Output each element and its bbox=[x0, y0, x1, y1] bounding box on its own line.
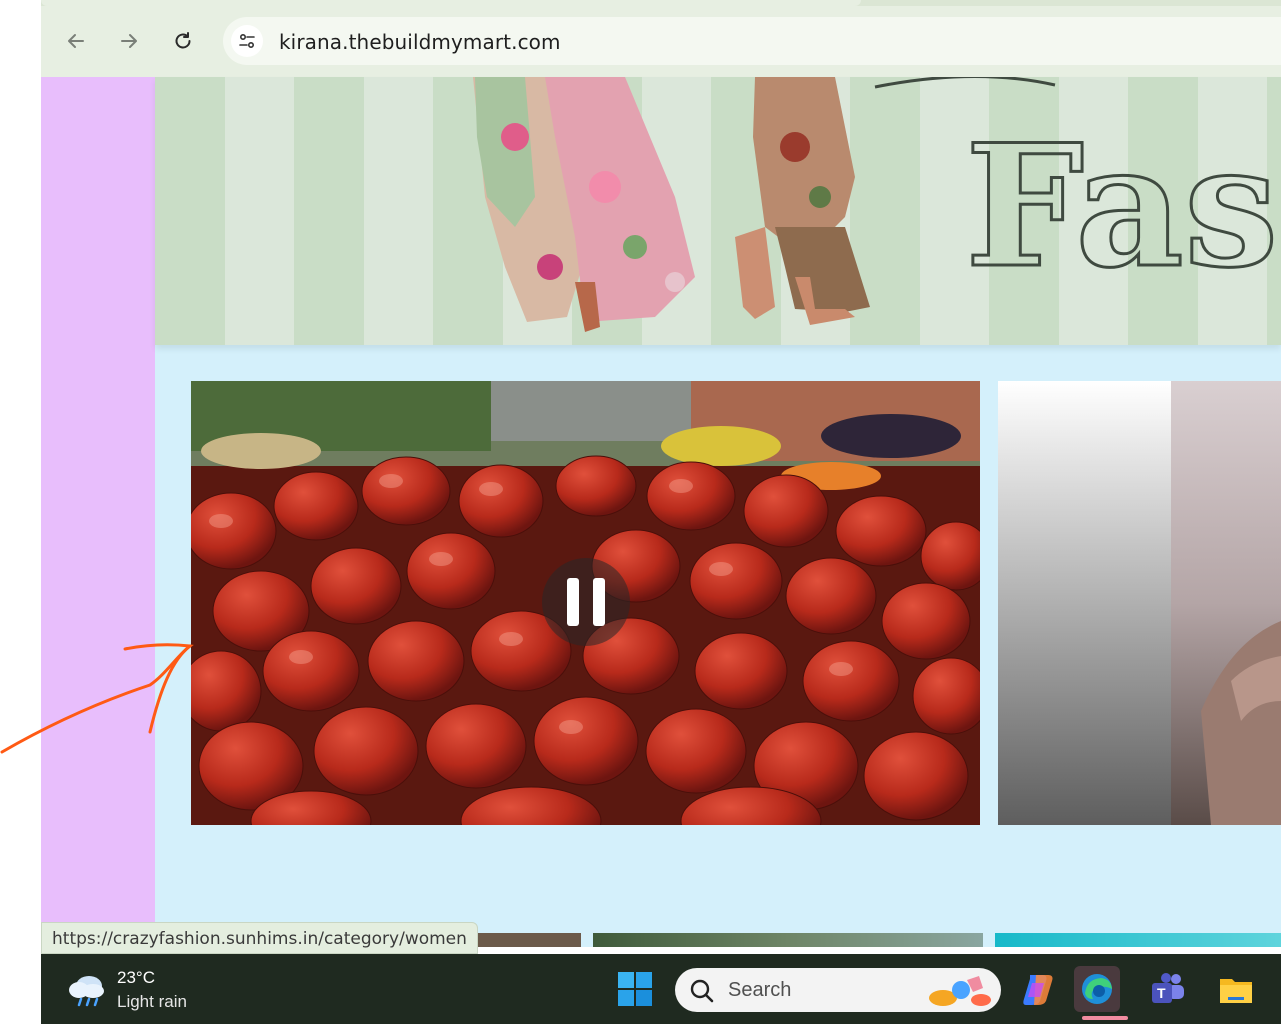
card2-left-panel bbox=[998, 381, 1171, 825]
edge-icon bbox=[1082, 974, 1112, 1004]
copilot-icon bbox=[1023, 975, 1053, 1005]
pause-button[interactable] bbox=[542, 558, 630, 646]
active-tab[interactable] bbox=[41, 0, 861, 6]
reload-button[interactable] bbox=[166, 24, 200, 58]
active-app-indicator bbox=[1082, 1016, 1128, 1020]
taskbar-search[interactable]: Search bbox=[675, 968, 1001, 1012]
weather-condition: Light rain bbox=[117, 992, 187, 1011]
address-bar[interactable]: kirana.thebuildmymart.com bbox=[223, 17, 1281, 65]
tab-strip bbox=[41, 0, 1281, 6]
screen: kirana.thebuildmymart.com Fas https://cr… bbox=[0, 0, 1281, 1024]
pause-icon bbox=[567, 578, 579, 626]
person-image bbox=[1201, 621, 1281, 825]
back-button[interactable] bbox=[59, 24, 93, 58]
search-placeholder: Search bbox=[728, 979, 792, 1001]
arrow-right-icon bbox=[121, 34, 137, 48]
file-explorer-button[interactable] bbox=[1213, 966, 1259, 1012]
arrow-left-icon bbox=[68, 34, 84, 48]
reload-icon bbox=[175, 32, 191, 49]
cloud-rain-icon bbox=[69, 976, 104, 1007]
browser-toolbar: kirana.thebuildmymart.com bbox=[41, 0, 1281, 77]
search-icon bbox=[690, 979, 714, 1003]
tune-icon bbox=[239, 33, 255, 49]
annotation-arrow bbox=[0, 643, 194, 754]
edge-button[interactable] bbox=[1074, 966, 1120, 1012]
svg-text:T: T bbox=[1157, 985, 1166, 1001]
file-explorer-icon bbox=[1220, 979, 1252, 1003]
video-card-2[interactable] bbox=[998, 381, 1281, 825]
video-player[interactable] bbox=[191, 381, 980, 825]
web-page: Fash bbox=[41, 77, 1281, 947]
banner-artwork: Fash bbox=[473, 77, 1281, 332]
windows-taskbar: 23°C Light rain Search T bbox=[41, 954, 1281, 1024]
fashion-banner[interactable]: Fash bbox=[155, 77, 1281, 345]
site-info-button[interactable] bbox=[231, 25, 263, 57]
start-button[interactable] bbox=[612, 966, 658, 1012]
card2-right-panel bbox=[1171, 381, 1281, 825]
copilot-button[interactable] bbox=[1015, 966, 1061, 1012]
search-highlight-icon bbox=[929, 976, 991, 1006]
left-sidebar bbox=[41, 77, 155, 947]
url-text[interactable]: kirana.thebuildmymart.com bbox=[279, 30, 561, 54]
forward-button[interactable] bbox=[112, 24, 146, 58]
pause-icon bbox=[593, 578, 605, 626]
thumbnail-2[interactable] bbox=[593, 933, 983, 947]
banner-heading: Fash bbox=[965, 107, 1281, 305]
thumbnail-3[interactable] bbox=[995, 933, 1281, 947]
weather-temperature: 23°C bbox=[117, 968, 155, 987]
teams-button[interactable]: T bbox=[1145, 966, 1191, 1012]
windows-start-icon bbox=[618, 972, 652, 1006]
status-link-url: https://crazyfashion.sunhims.in/category… bbox=[41, 922, 478, 954]
weather-widget[interactable]: 23°C Light rain bbox=[67, 966, 217, 1012]
teams-icon: T bbox=[1152, 973, 1184, 1003]
